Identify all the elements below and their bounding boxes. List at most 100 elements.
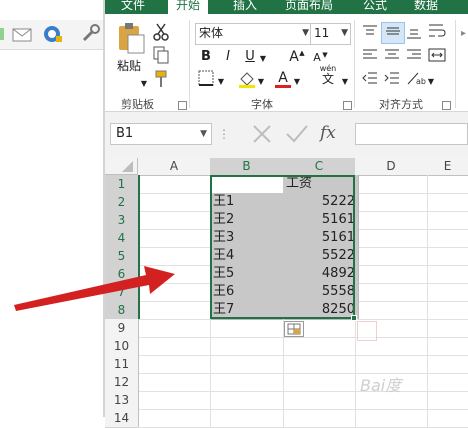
row-header[interactable]: 4 (105, 229, 140, 248)
underline-button[interactable]: U (241, 47, 259, 67)
row-header[interactable]: 10 (105, 337, 139, 356)
tab-data[interactable]: 数据 (414, 0, 438, 14)
mail-icon[interactable] (12, 24, 32, 44)
cell-b12[interactable] (210, 373, 284, 392)
row-header[interactable]: 14 (105, 409, 139, 428)
cell-a1[interactable] (138, 175, 211, 194)
insert-function-button[interactable]: fx (320, 122, 350, 146)
cell-a4[interactable] (138, 229, 211, 248)
cell-b10[interactable] (210, 337, 284, 356)
column-header-a[interactable]: A (138, 158, 211, 176)
cell-c14[interactable] (283, 409, 356, 428)
font-launcher-icon[interactable] (343, 101, 352, 110)
paste-options-icon[interactable] (357, 321, 377, 341)
cell-e2[interactable] (427, 193, 468, 212)
cancel-icon[interactable] (244, 121, 280, 147)
paste-dropdown-icon[interactable]: ▼ (139, 74, 149, 94)
cell-e12[interactable] (427, 373, 468, 392)
tab-formulas[interactable]: 公式 (363, 0, 387, 14)
clipboard-launcher-icon[interactable] (178, 101, 187, 110)
cell-b5[interactable]: 王4 (210, 247, 287, 266)
shield-icon[interactable] (42, 24, 62, 44)
cell-b14[interactable] (210, 409, 284, 428)
cell-e4[interactable] (427, 229, 468, 248)
cell-c11[interactable] (283, 355, 356, 374)
cell-a11[interactable] (138, 355, 211, 374)
paste-icon[interactable] (115, 22, 147, 54)
cell-b6[interactable]: 王5 (210, 265, 287, 284)
font-name-select[interactable]: 宋体 ▼ (195, 23, 312, 45)
cell-d1[interactable] (355, 175, 428, 194)
decrease-indent-icon[interactable] (361, 70, 379, 90)
fill-color-icon[interactable] (237, 69, 257, 89)
cell-b1[interactable] (210, 175, 284, 194)
format-painter-icon[interactable] (153, 70, 169, 90)
row-header[interactable]: 9 (105, 319, 139, 338)
cell-e6[interactable] (427, 265, 468, 284)
chevron-down-icon[interactable]: ▼ (200, 124, 207, 144)
cell-a9[interactable] (138, 319, 211, 338)
cell-c5[interactable]: 5522 (283, 247, 359, 266)
cell-a2[interactable] (138, 193, 211, 212)
cell-b7[interactable]: 王6 (210, 283, 287, 302)
cell-e3[interactable] (427, 211, 468, 230)
cell-e14[interactable] (427, 409, 468, 428)
copy-icon[interactable] (153, 46, 169, 66)
cell-e13[interactable] (427, 391, 468, 410)
wrench-icon[interactable] (80, 24, 100, 44)
align-center-icon[interactable] (383, 47, 401, 67)
tab-page-layout[interactable]: 页面布局 (285, 0, 333, 14)
align-right-icon[interactable] (405, 47, 423, 67)
cell-d4[interactable] (355, 229, 428, 248)
cell-b13[interactable] (210, 391, 284, 410)
cell-c3[interactable]: 5161 (283, 211, 359, 230)
fill-dropdown-icon[interactable]: ▼ (257, 72, 265, 92)
underline-dropdown-icon[interactable]: ▼ (259, 49, 267, 69)
cell-b9[interactable] (210, 319, 284, 338)
column-header-d[interactable]: D (355, 158, 428, 176)
cell-c1[interactable]: 工资 (283, 175, 359, 194)
tab-insert[interactable]: 插入 (233, 0, 257, 14)
cell-d3[interactable] (355, 211, 428, 230)
align-middle-icon[interactable] (381, 22, 405, 44)
row-header[interactable]: 2 (105, 193, 140, 212)
cell-e7[interactable] (427, 283, 468, 302)
cell-c10[interactable] (283, 337, 356, 356)
merge-center-icon[interactable] (427, 47, 447, 67)
cell-e9[interactable] (427, 319, 468, 338)
formula-bar-grip-icon[interactable]: ⋮ (218, 125, 230, 143)
row-header[interactable]: 11 (105, 355, 139, 374)
cell-d7[interactable] (355, 283, 428, 302)
row-header[interactable]: 13 (105, 391, 139, 410)
font-color-dropdown-icon[interactable]: ▼ (293, 72, 301, 92)
phonetic-dropdown-icon[interactable]: ▼ (341, 72, 349, 92)
green-icon[interactable] (0, 24, 12, 44)
cell-a3[interactable] (138, 211, 211, 230)
cell-b2[interactable]: 王1 (210, 193, 287, 212)
border-icon[interactable] (197, 70, 215, 90)
align-left-icon[interactable] (361, 47, 379, 67)
cell-b11[interactable] (210, 355, 284, 374)
formula-input[interactable] (355, 123, 468, 145)
align-bottom-icon[interactable] (405, 24, 423, 44)
wrap-text-icon[interactable] (427, 22, 447, 42)
cell-e8[interactable] (427, 301, 468, 320)
cell-e10[interactable] (427, 337, 468, 356)
cell-a13[interactable] (138, 391, 211, 410)
cell-d5[interactable] (355, 247, 428, 266)
font-size-select[interactable]: 11 ▼ (310, 23, 351, 45)
border-dropdown-icon[interactable]: ▼ (217, 72, 225, 92)
row-header[interactable]: 3 (105, 211, 140, 230)
cell-b4[interactable]: 王3 (210, 229, 287, 248)
ribbon-overflow-icon[interactable]: ▸ (459, 24, 468, 44)
orientation-dropdown-icon[interactable]: ▼ (427, 72, 435, 92)
paste-label[interactable]: 粘贴 (113, 56, 145, 76)
align-launcher-icon[interactable] (442, 101, 451, 110)
select-all-corner[interactable] (105, 158, 138, 175)
cell-b8[interactable]: 王7 (210, 301, 287, 320)
cell-c6[interactable]: 4892 (283, 265, 359, 284)
cell-c13[interactable] (283, 391, 356, 410)
quick-analysis-icon[interactable] (284, 321, 304, 337)
cell-a10[interactable] (138, 337, 211, 356)
cell-c7[interactable]: 5558 (283, 283, 359, 302)
